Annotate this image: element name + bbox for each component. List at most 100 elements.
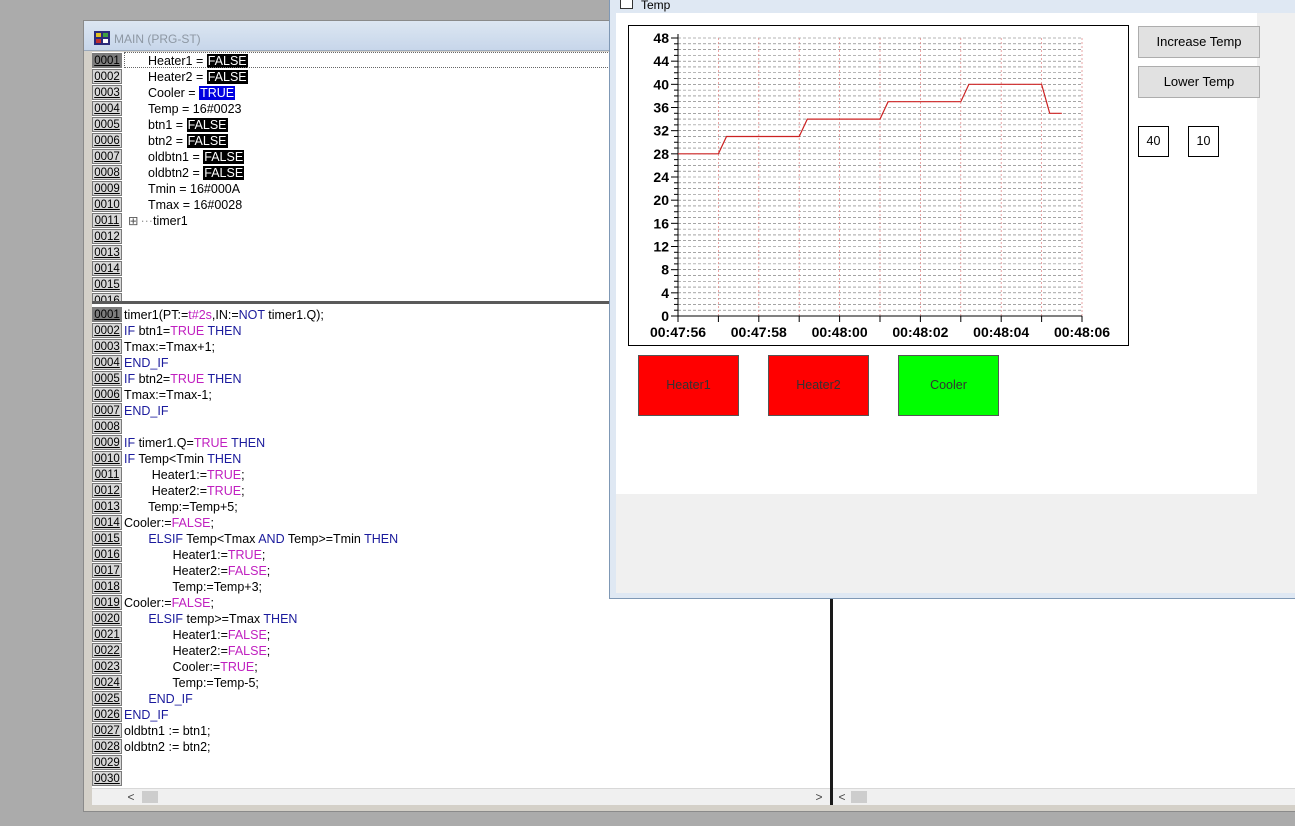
line-number: 0002 xyxy=(92,323,122,338)
code-line: 0015 ELSIF Temp<Tmax AND Temp>=Tmin THEN xyxy=(92,531,398,547)
increase-temp-button[interactable]: Increase Temp xyxy=(1138,26,1260,58)
code-line: 0028 oldbtn2 := btn2; xyxy=(92,739,211,755)
declaration-row: 0009 Tmin = 16#000A xyxy=(92,181,240,197)
variable-value: TRUE xyxy=(199,86,236,100)
code-line: 0022 Heater2:=FALSE; xyxy=(92,643,270,659)
code-text[interactable]: Cooler:=FALSE; xyxy=(124,515,214,531)
code-text[interactable]: END_IF xyxy=(124,707,168,723)
line-number: 0012 xyxy=(92,483,122,498)
code-text[interactable]: IF btn1=TRUE THEN xyxy=(124,323,242,339)
line-number: 0023 xyxy=(92,659,122,674)
expand-plus-icon[interactable]: ⊞ xyxy=(128,214,138,228)
temp-visualization-window: Temp 0 4 8 12 16 20 24 28 32 36 40 44 48 00:47:56 00:4… xyxy=(609,0,1295,599)
scroll-left-arrow-icon[interactable]: < xyxy=(124,790,138,804)
line-number: 0011 xyxy=(92,467,122,482)
line-number: 0008 xyxy=(92,165,122,180)
line-number: 0019 xyxy=(92,595,122,610)
line-number: 0004 xyxy=(92,101,122,116)
code-text[interactable]: Heater2:=TRUE; xyxy=(124,483,245,499)
code-text[interactable]: Heater1:=TRUE; xyxy=(124,547,266,563)
code-text[interactable]: Tmax:=Tmax-1; xyxy=(124,387,212,403)
line-number: 0016 xyxy=(92,547,122,562)
code-text[interactable]: Cooler:=FALSE; xyxy=(124,595,214,611)
code-text[interactable]: END_IF xyxy=(124,355,168,371)
code-text[interactable]: Temp:=Temp+5; xyxy=(124,499,238,515)
y-tick-label: 16 xyxy=(653,215,669,231)
code-line: 0006 Tmax:=Tmax-1; xyxy=(92,387,212,403)
variable-name: timer1 xyxy=(152,214,188,228)
variable-name: oldbtn1 = xyxy=(148,150,204,164)
line-number: 0009 xyxy=(92,181,122,196)
code-line: 0026 END_IF xyxy=(92,707,168,723)
code-text[interactable]: Temp:=Temp+3; xyxy=(124,579,262,595)
y-tick-label: 12 xyxy=(653,239,669,255)
y-tick-label: 48 xyxy=(653,30,669,46)
declaration-row: 0014 xyxy=(92,261,148,277)
code-line: 0013 Temp:=Temp+5; xyxy=(92,499,238,515)
line-number: 0017 xyxy=(92,563,122,578)
code-text[interactable]: Tmax:=Tmax+1; xyxy=(124,339,215,355)
code-text[interactable]: timer1(PT:=t#2s,IN:=NOT timer1.Q); xyxy=(124,307,324,323)
y-tick-label: 4 xyxy=(661,285,669,301)
code-text[interactable]: IF timer1.Q=TRUE THEN xyxy=(124,435,265,451)
code-line: 0009 IF timer1.Q=TRUE THEN xyxy=(92,435,265,451)
code-text[interactable]: Cooler:=TRUE; xyxy=(124,659,258,675)
y-tick-label: 0 xyxy=(661,308,669,324)
declaration-pane[interactable]: 0001 Heater1 = FALSE 0002 Heater2 = FALSE 00… xyxy=(92,52,612,301)
y-tick-label: 28 xyxy=(653,146,669,162)
code-line: 0017 Heater2:=FALSE; xyxy=(92,563,270,579)
variable-name: Heater1 = xyxy=(148,54,207,68)
scroll-thumb[interactable] xyxy=(142,791,158,803)
scroll-thumb[interactable] xyxy=(851,791,867,803)
code-line: 0010 IF Temp<Tmin THEN xyxy=(92,451,241,467)
lower-temp-button[interactable]: Lower Temp xyxy=(1138,66,1260,98)
line-number: 0015 xyxy=(92,531,122,546)
code-text[interactable]: ELSIF Temp<Tmax AND Temp>=Tmin THEN xyxy=(124,531,398,547)
code-text[interactable]: Heater2:=FALSE; xyxy=(124,563,271,579)
code-text[interactable]: END_IF xyxy=(124,691,192,707)
code-text[interactable]: END_IF xyxy=(124,403,168,419)
variable-name: Temp = 16#0023 xyxy=(148,102,242,116)
y-tick-label: 32 xyxy=(653,123,669,139)
watch-horizontal-scrollbar[interactable]: < xyxy=(833,788,1295,805)
code-line: 0021 Heater1:=FALSE; xyxy=(92,627,270,643)
line-number: 0003 xyxy=(92,339,122,354)
code-text[interactable]: Heater2:=FALSE; xyxy=(124,643,271,659)
temp-window-title: Temp xyxy=(641,0,671,12)
variable-value: FALSE xyxy=(186,134,228,148)
temperature-trend-chart: 0 4 8 12 16 20 24 28 32 36 40 44 48 00:47:56 00:47:58 0… xyxy=(628,25,1129,346)
y-tick-label: 24 xyxy=(653,169,669,185)
code-line: 0018 Temp:=Temp+3; xyxy=(92,579,262,595)
code-text[interactable]: ELSIF temp>=Tmax THEN xyxy=(124,611,297,627)
code-text[interactable]: IF Temp<Tmin THEN xyxy=(124,451,241,467)
declaration-row: 0003 Cooler = TRUE xyxy=(92,85,236,101)
scroll-left-arrow-icon[interactable]: < xyxy=(835,790,849,804)
line-number: 0030 xyxy=(92,771,122,786)
code-text[interactable]: Temp:=Temp-5; xyxy=(124,675,259,691)
code-text[interactable]: Heater1:=TRUE; xyxy=(124,467,245,483)
y-tick-label: 40 xyxy=(653,76,669,92)
line-number: 0004 xyxy=(92,355,122,370)
declaration-row: 0008 oldbtn2 = FALSE xyxy=(92,165,245,181)
code-text[interactable]: oldbtn2 := btn2; xyxy=(124,739,211,755)
main-window-title: MAIN (PRG-ST) xyxy=(114,32,201,46)
code-text[interactable]: IF btn2=TRUE THEN xyxy=(124,371,242,387)
line-number: 0015 xyxy=(92,277,122,292)
line-number: 0026 xyxy=(92,707,122,722)
line-number: 0013 xyxy=(92,245,122,260)
variable-value: FALSE xyxy=(186,118,228,132)
line-number: 0010 xyxy=(92,197,122,212)
code-horizontal-scrollbar[interactable]: < > xyxy=(92,788,830,805)
variable-value: FALSE xyxy=(206,70,248,84)
code-line: 0016 Heater1:=TRUE; xyxy=(92,547,265,563)
scroll-right-arrow-icon[interactable]: > xyxy=(812,790,826,804)
line-number: 0001 xyxy=(92,307,122,322)
line-number: 0003 xyxy=(92,85,122,100)
temp-client-area: 0 4 8 12 16 20 24 28 32 36 40 44 48 00:47:56 00:47:58 0… xyxy=(616,13,1295,593)
code-line: 0027 oldbtn1 := btn1; xyxy=(92,723,211,739)
line-number: 0011 xyxy=(92,213,122,228)
heater1-lamp: Heater1 xyxy=(638,355,739,416)
code-text[interactable]: Heater1:=FALSE; xyxy=(124,627,271,643)
code-line: 0025 END_IF xyxy=(92,691,193,707)
code-text[interactable]: oldbtn1 := btn1; xyxy=(124,723,211,739)
